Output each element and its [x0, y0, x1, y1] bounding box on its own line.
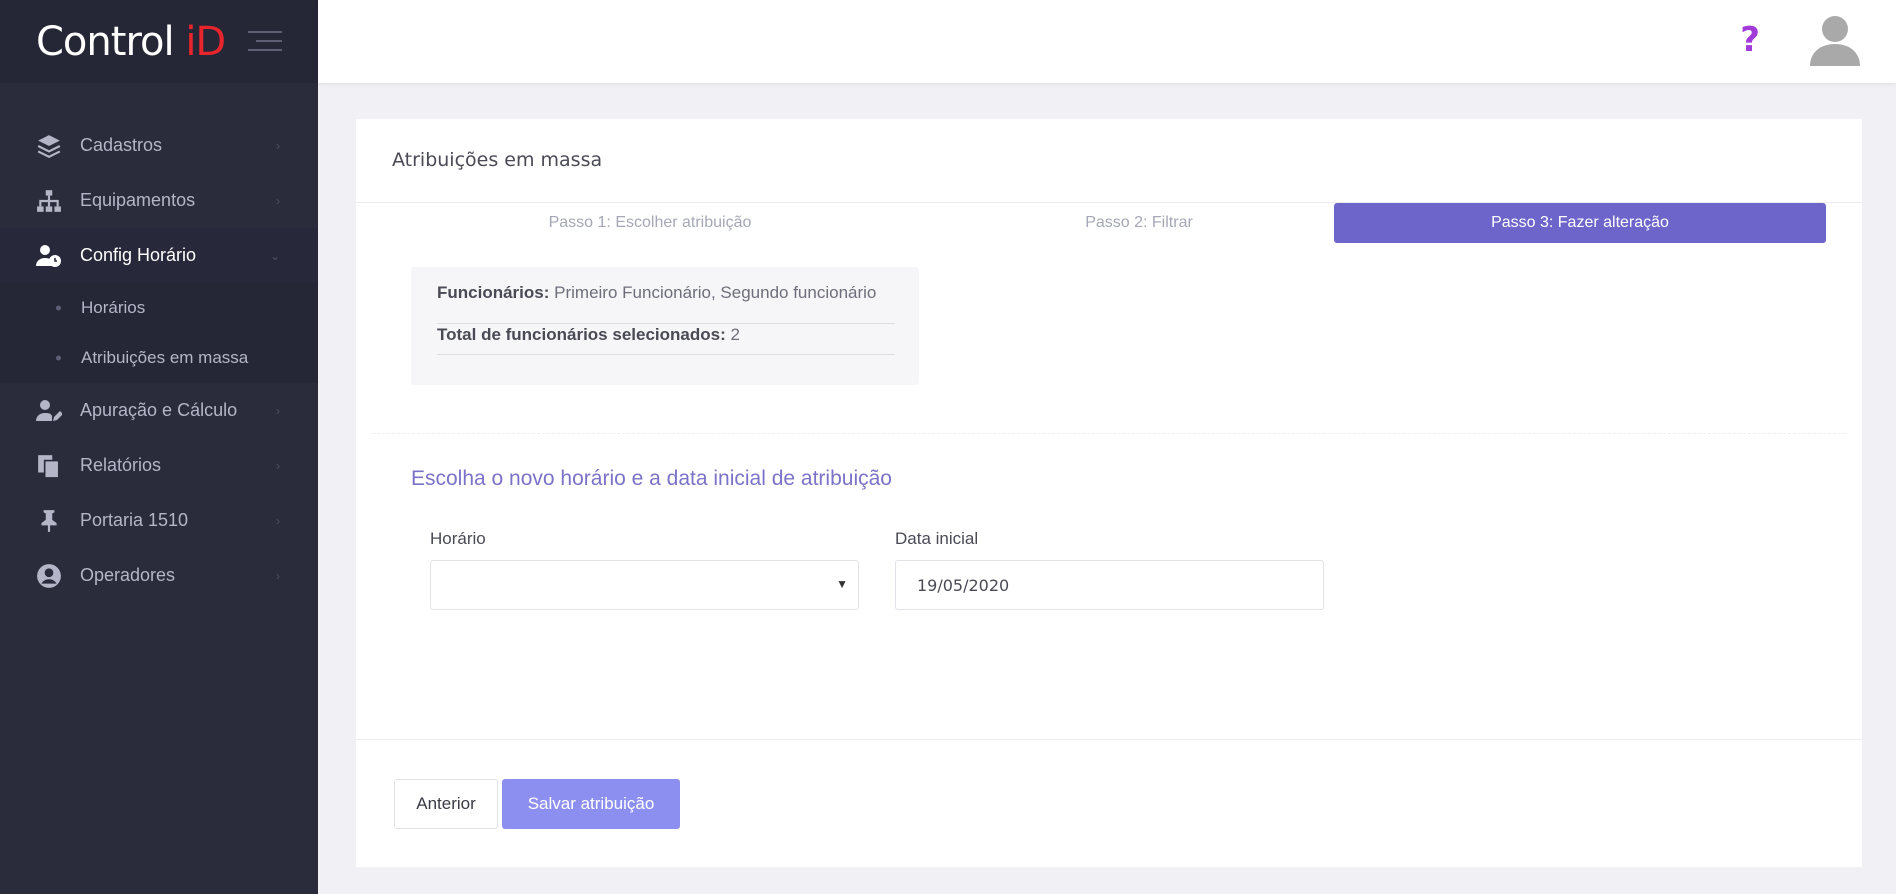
user-clock-icon [36, 243, 62, 269]
chevron-right-icon: › [276, 568, 280, 583]
menu-toggle-icon[interactable] [248, 31, 282, 58]
user-avatar-icon [1810, 16, 1860, 66]
sidebar-subitem-atribuicoes-em-massa[interactable]: Atribuições em massa [0, 333, 318, 383]
thumbtack-icon [36, 508, 62, 534]
brand-logo[interactable]: Control iD [36, 18, 226, 65]
submenu-config-horario: Horários Atribuições em massa [0, 283, 318, 383]
sidebar-item-label: Equipamentos [80, 190, 196, 210]
employees-value: Primeiro Funcionário, Segundo funcionári… [554, 283, 877, 302]
divider [437, 354, 895, 355]
help-icon[interactable]: ? [1740, 20, 1760, 60]
sidebar-subitem-label: Horários [81, 298, 146, 317]
sidebar-item-label: Portaria 1510 [80, 510, 189, 530]
sidebar-subitem-horarios[interactable]: Horários [0, 283, 318, 333]
save-assignment-button[interactable]: Salvar atribuição [502, 779, 680, 829]
user-circle-icon [36, 563, 62, 589]
sidebar-item-config-horario[interactable]: Config Horário ⌄ [0, 228, 318, 283]
employees-label: Funcionários: [437, 283, 550, 302]
sidebar-menu: Cadastros › Equipamentos › Config Horári… [0, 118, 318, 603]
sidebar-item-operadores[interactable]: Operadores › [0, 548, 318, 603]
section-title: Escolha o novo horário e a data inicial … [411, 467, 892, 490]
start-date-input[interactable]: 19/05/2020 [895, 560, 1324, 610]
selection-summary: Funcionários: Primeiro Funcionário, Segu… [411, 267, 919, 385]
sidebar-item-label: Cadastros [80, 135, 163, 155]
caret-down-icon: ▼ [836, 577, 848, 591]
page-title: Atribuições em massa [392, 149, 603, 171]
brand-accent: iD [185, 18, 226, 65]
start-date-label: Data inicial [895, 529, 979, 548]
total-value: 2 [730, 325, 740, 344]
chevron-down-icon: ⌄ [269, 248, 280, 263]
sitemap-icon [36, 188, 62, 214]
layers-icon [36, 133, 62, 159]
sidebar-item-label: Config Horário [80, 245, 197, 265]
chevron-right-icon: › [276, 403, 280, 418]
sidebar-item-cadastros[interactable]: Cadastros › [0, 118, 318, 173]
previous-button[interactable]: Anterior [394, 779, 498, 829]
schedule-label: Horário [430, 529, 486, 548]
sidebar: Control iD Cadastros › Equipamentos › Co… [0, 0, 318, 894]
sidebar-item-label: Relatórios [80, 455, 162, 475]
total-row: Total de funcionários selecionados: 2 [437, 325, 895, 345]
step-2[interactable]: Passo 2: Filtrar [904, 203, 1374, 243]
copy-icon [36, 453, 62, 479]
total-label: Total de funcionários selecionados: [437, 325, 726, 344]
chevron-right-icon: › [276, 513, 280, 528]
avatar[interactable] [1808, 12, 1862, 66]
main-card: Atribuições em massa Passo 1: Escolher a… [356, 119, 1862, 867]
employees-row: Funcionários: Primeiro Funcionário, Segu… [437, 283, 895, 303]
sidebar-item-apuracao-e-calculo[interactable]: Apuração e Cálculo › [0, 383, 318, 438]
chevron-right-icon: › [276, 458, 280, 473]
sidebar-item-portaria-1510[interactable]: Portaria 1510 › [0, 493, 318, 548]
footer-divider [356, 739, 1862, 740]
chevron-right-icon: › [276, 193, 280, 208]
brand: Control iD [0, 0, 318, 83]
sidebar-subitem-label: Atribuições em massa [81, 348, 249, 367]
sidebar-item-equipamentos[interactable]: Equipamentos › [0, 173, 318, 228]
wizard-steps: Passo 1: Escolher atribuição Passo 2: Fi… [356, 203, 1862, 243]
sidebar-item-relatorios[interactable]: Relatórios › [0, 438, 318, 493]
divider [437, 323, 895, 324]
sidebar-item-label: Apuração e Cálculo [80, 400, 238, 420]
chevron-right-icon: › [276, 138, 280, 153]
top-header: ? [318, 0, 1896, 83]
step-1[interactable]: Passo 1: Escolher atribuição [396, 203, 904, 243]
brand-text: Control [36, 18, 186, 65]
step-3-active[interactable]: Passo 3: Fazer alteração [1334, 203, 1826, 243]
user-edit-icon [36, 398, 62, 424]
sidebar-item-label: Operadores [80, 565, 176, 585]
schedule-select[interactable]: ▼ [430, 560, 859, 610]
section-divider [372, 433, 1846, 434]
